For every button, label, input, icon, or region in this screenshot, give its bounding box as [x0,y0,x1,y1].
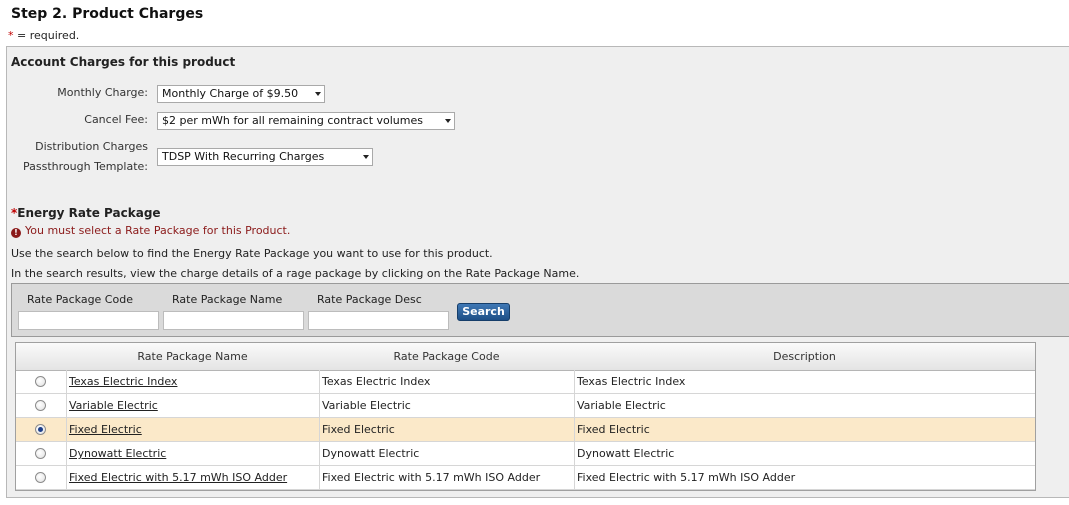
distribution-label-line2: Passthrough Template: [23,160,148,173]
cell-rate-package-name: Fixed Electric with 5.17 mWh ISO Adder [66,466,319,490]
cell-rate-package-name: Texas Electric Index [66,370,319,394]
energy-rate-heading-text: Energy Rate Package [17,206,161,220]
row-radio-button[interactable] [35,424,46,435]
monthly-charge-label: Monthly Charge: [57,86,148,99]
row-radio-button[interactable] [35,472,46,483]
error-text: You must select a Rate Package for this … [25,224,291,237]
row-radio-button[interactable] [35,400,46,411]
search-button[interactable]: Search [457,303,510,321]
cell-rate-package-code: Texas Electric Index [319,370,574,394]
cancel-fee-value: $2 per mWh for all remaining contract vo… [162,114,423,127]
cell-rate-package-code: Fixed Electric [319,418,574,442]
row-radio-button[interactable] [35,448,46,459]
chevron-down-icon [315,92,321,96]
cell-description: Fixed Electric with 5.17 mWh ISO Adder [574,466,1035,490]
error-message: ! You must select a Rate Package for this… [11,224,290,238]
info-text-1: Use the search below to find the Energy … [11,247,493,260]
cell-description: Variable Electric [574,394,1035,418]
rate-code-input[interactable] [18,311,159,330]
cell-description: Texas Electric Index [574,370,1035,394]
cell-description: Fixed Electric [574,418,1035,442]
table-row[interactable]: Texas Electric Index Texas Electric Index… [16,370,1035,394]
cell-rate-package-code: Variable Electric [319,394,574,418]
monthly-charge-select[interactable]: Monthly Charge of $9.50 [157,85,325,103]
energy-rate-heading: *Energy Rate Package [11,206,161,220]
rate-package-link[interactable]: Variable Electric [69,399,158,412]
distribution-label-line1: Distribution Charges [35,140,148,153]
rate-desc-label: Rate Package Desc [317,293,422,306]
column-header-description[interactable]: Description [574,343,1035,370]
column-header-code[interactable]: Rate Package Code [319,343,574,370]
rate-name-label: Rate Package Name [172,293,283,306]
cell-rate-package-name: Variable Electric [66,394,319,418]
monthly-charge-value: Monthly Charge of $9.50 [162,87,299,100]
page-title: Step 2. Product Charges [11,6,204,22]
distribution-template-value: TDSP With Recurring Charges [162,150,325,163]
product-charges-panel: Account Charges for this product Monthly… [6,46,1069,498]
cancel-fee-select[interactable]: $2 per mWh for all remaining contract vo… [157,112,455,130]
required-note: * = required. [8,29,79,42]
table-row[interactable]: Variable Electric Variable Electric Variab… [16,394,1035,418]
rate-desc-input[interactable] [308,311,449,330]
search-box: Rate Package Code Rate Package Name Rate… [11,283,1069,337]
rate-package-link[interactable]: Fixed Electric with 5.17 mWh ISO Adder [69,471,287,484]
chevron-down-icon [363,155,369,159]
cell-rate-package-name: Fixed Electric [66,418,319,442]
rate-code-label: Rate Package Code [27,293,133,306]
distribution-charges-label: Distribution Charges Passthrough Templat… [11,137,148,177]
table-row[interactable]: Dynowatt Electric Dynowatt Electric Dynowa… [16,442,1035,466]
rate-package-link[interactable]: Dynowatt Electric [69,447,166,460]
cancel-fee-label: Cancel Fee: [84,113,148,126]
rate-package-link[interactable]: Texas Electric Index [69,375,177,388]
chevron-down-icon [445,119,451,123]
cell-rate-package-code: Fixed Electric with 5.17 mWh ISO Adder [319,466,574,490]
info-text-2: In the search results, view the charge d… [11,267,580,280]
account-charges-heading: Account Charges for this product [11,55,236,69]
error-icon: ! [11,228,21,238]
distribution-template-select[interactable]: TDSP With Recurring Charges [157,148,373,166]
table-row[interactable]: Fixed Electric with 5.17 mWh ISO Adder Fi… [16,466,1035,490]
table-row[interactable]: Fixed Electric Fixed Electric Fixed Electr… [16,418,1035,442]
cell-rate-package-name: Dynowatt Electric [66,442,319,466]
results-table: Rate Package Name Rate Package Code Desc… [15,342,1036,491]
required-text: = required. [13,29,80,42]
table-header: Rate Package Name Rate Package Code Desc… [16,343,1035,371]
rate-package-link[interactable]: Fixed Electric [69,423,142,436]
cell-description: Dynowatt Electric [574,442,1035,466]
cell-rate-package-code: Dynowatt Electric [319,442,574,466]
column-header-name[interactable]: Rate Package Name [66,343,319,370]
row-radio-button[interactable] [35,376,46,387]
rate-name-input[interactable] [163,311,304,330]
